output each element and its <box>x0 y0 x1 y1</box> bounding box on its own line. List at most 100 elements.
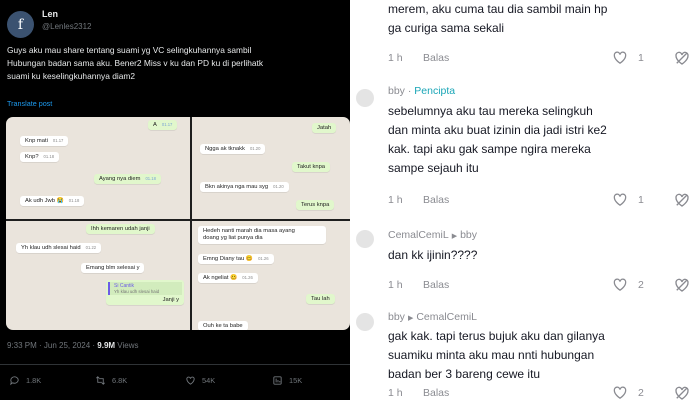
username[interactable]: bby <box>388 311 405 323</box>
bookmark-count: 15K <box>289 376 303 385</box>
comment-username[interactable]: CemalCemiL ▶ bby <box>388 229 477 241</box>
heart-icon[interactable] <box>611 49 629 66</box>
chat-time: 01.20 <box>273 184 284 189</box>
chat-text: A <box>153 122 157 128</box>
heart-icon[interactable] <box>611 276 629 293</box>
dislike-icon[interactable] <box>673 384 691 400</box>
chat-screenshot-1[interactable]: A 01.17 Knp mati 01.17 Knp? 01.18 Ayang nya… <box>6 117 190 219</box>
comment-text: merem, aku cuma tau dia sambil main hp g… <box>388 0 693 38</box>
tweet-text: Guys aku mau share tentang suami yg VC s… <box>7 44 350 83</box>
chat-text: Terus knpa <box>301 202 330 208</box>
chat-text: Ouh ke ta babe <box>203 323 243 329</box>
repost-count: 6.8K <box>112 376 128 385</box>
dislike-icon[interactable] <box>673 191 691 209</box>
comments-panel: merem, aku cuma tau dia sambil main hp g… <box>350 0 700 400</box>
chat-screenshot-3[interactable]: Ihh kemaren udah janji Yh klau udh slesa… <box>6 221 190 330</box>
like-count: 54K <box>202 376 216 385</box>
post-time[interactable]: 9:33 PM · Jun 25, 2024 · <box>7 341 97 350</box>
comment-line: ga curiga sama sekali <box>388 21 505 35</box>
comment-time: 1 h <box>388 194 403 206</box>
tweet-text-line: Guys aku mau share tentang suami yg VC s… <box>7 45 252 55</box>
repost-button[interactable]: 6.8K <box>95 375 127 386</box>
reply-arrow-icon: ▶ <box>451 233 458 240</box>
reply-to-username[interactable]: CemalCemiL <box>416 311 477 323</box>
chat-bubble: Bkn akinya nga mau syg 01.20 <box>200 182 289 192</box>
comment-username[interactable]: bby · Pencipta <box>388 85 455 97</box>
tweet-text-line: suami ku keselingkuhannya diam2 <box>7 71 136 81</box>
chat-text: Takut knpa <box>297 164 326 170</box>
chat-bubble: Yh klau udh slesai haid 01.22 <box>16 243 102 253</box>
chat-bubble: Knp? 01.18 <box>20 152 60 162</box>
chat-text: doang yg liat punya dia <box>203 235 263 241</box>
reply-button[interactable]: Balas <box>423 194 449 206</box>
chat-text: Ayang nya diem <box>99 176 141 182</box>
chat-time: 01.17 <box>52 138 64 143</box>
like-count: 2 <box>638 387 644 399</box>
chat-bubble: Knp mati 01.17 <box>20 136 69 146</box>
user-handle[interactable]: @Lenles2312 <box>42 22 92 31</box>
chat-text: Ihh kemaren udah janji <box>91 226 150 232</box>
tweet-panel: f Len @Lenles2312 Guys aku mau share ten… <box>0 0 350 400</box>
chat-screenshot-2[interactable]: Jatah Ngga ak tknakk 01.20 Takut knpa Bkn… <box>192 117 350 219</box>
chat-reply-bubble: Si Cantik Yh klau udh slesai haid Janji … <box>106 280 184 305</box>
chat-time: 01.26 <box>258 256 269 261</box>
comment-time: 1 h <box>388 387 403 399</box>
avatar[interactable]: f <box>7 11 34 38</box>
tweet-text-line: Hubungan badan sama aku. Bener2 Miss v k… <box>7 58 264 68</box>
chat-text: Ngga ak tknakk <box>205 146 245 152</box>
bookmark-button[interactable]: 15K <box>272 375 302 386</box>
reply-button[interactable]: 1.8K <box>9 375 41 386</box>
views-label: Views <box>115 341 139 350</box>
chat-text: Jatah <box>317 125 332 131</box>
avatar[interactable] <box>356 230 374 248</box>
chat-screenshot-4[interactable]: Hedeh nanti marah dia masa ayang doang yg… <box>192 221 350 330</box>
tweet-media-grid[interactable]: A 01.17 Knp mati 01.17 Knp? 01.18 Ayang nya… <box>6 117 350 330</box>
like-icon <box>186 376 195 385</box>
display-name[interactable]: Len <box>42 9 92 19</box>
avatar[interactable] <box>356 89 374 107</box>
reply-button[interactable]: Balas <box>423 387 449 399</box>
dislike-icon[interactable] <box>673 49 691 67</box>
reply-arrow-icon: ▶ <box>407 315 414 322</box>
username[interactable]: CemalCemiL <box>388 229 449 241</box>
chat-text: Janji y <box>162 297 179 303</box>
chat-time: 01.18 <box>145 176 156 181</box>
chat-text: Emang blm selesai y <box>86 265 140 271</box>
comment-line: sampe sejauh itu <box>388 161 479 175</box>
dislike-icon[interactable] <box>673 276 691 294</box>
comment-line: gak kak. tapi terus bujuk aku dan gilany… <box>388 329 605 343</box>
username[interactable]: bby <box>388 85 405 97</box>
chat-time: 01.17 <box>161 122 173 127</box>
chat-bubble: Ihh kemaren udah janji <box>86 224 155 234</box>
chat-bubble: A 01.17 <box>148 120 178 130</box>
comment-text: sebelumnya aku tau mereka selingkuh dan … <box>388 102 693 178</box>
chat-time: 01.20 <box>249 146 261 151</box>
tweet-meta: 9:33 PM · Jun 25, 2024 · 9.9M Views <box>7 341 139 350</box>
chat-bubble: Ouh ke ta babe <box>198 321 248 330</box>
bookmark-icon <box>273 376 282 385</box>
reply-to-username[interactable]: bby <box>460 229 477 241</box>
chat-bubble: Emang blm selesai y <box>81 263 145 273</box>
chat-text: Knp mati <box>25 138 48 144</box>
translate-link[interactable]: Translate post <box>7 99 52 108</box>
reply-button[interactable]: Balas <box>423 52 449 64</box>
like-button[interactable]: 54K <box>185 375 215 386</box>
comment-line: sebelumnya aku tau mereka selingkuh <box>388 104 593 118</box>
chat-bubble: Tau lah <box>306 294 335 304</box>
heart-icon[interactable] <box>611 191 629 208</box>
chat-bubble: Ngga ak tknakk 01.20 <box>200 144 266 154</box>
chat-time: 01.18 <box>68 198 80 203</box>
chat-bubble: Ak udh Jwb 😭 01.18 <box>20 196 85 206</box>
tweet-actions: 1.8K 6.8K 54K 15K <box>0 364 350 394</box>
view-count: 9.9M <box>97 341 116 350</box>
chat-bubble: Ayang nya diem 01.18 <box>94 174 161 184</box>
heart-icon[interactable] <box>611 384 629 400</box>
reply-button[interactable]: Balas <box>423 279 449 291</box>
avatar[interactable] <box>356 313 374 331</box>
comment-line: dan minta aku buat izinin dia jadi istri… <box>388 123 607 137</box>
comment-text: gak kak. tapi terus bujuk aku dan gilany… <box>388 327 693 384</box>
chat-bubble: Hedeh nanti marah dia masa ayang doang yg… <box>198 226 326 244</box>
comment-username[interactable]: bby ▶ CemalCemiL <box>388 311 477 323</box>
like-count: 1 <box>638 52 644 64</box>
comment-actions: 1 h Balas 2 <box>388 385 698 400</box>
